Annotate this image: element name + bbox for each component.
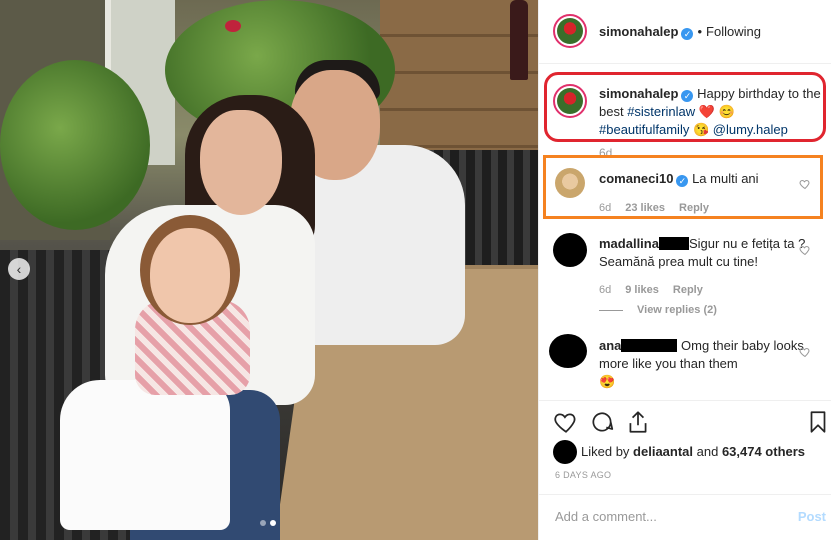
avatar-image — [557, 88, 583, 114]
avatar-image — [557, 18, 583, 44]
heart-icon[interactable] — [553, 409, 579, 435]
comment-meta: 6d 9 likes Reply — [599, 284, 703, 296]
hashtag-link[interactable]: #beautifulfamily — [599, 122, 689, 137]
smile-emoji: 😊 — [718, 104, 735, 119]
commenter-avatar[interactable] — [549, 334, 587, 368]
view-replies-label: View replies (2) — [637, 304, 717, 316]
share-icon[interactable] — [625, 409, 651, 435]
commenter-avatar[interactable] — [555, 168, 585, 198]
chevron-left-icon[interactable]: ‹ — [8, 258, 30, 280]
post-header: simonahalep ✓ • Following — [539, 0, 831, 64]
post-photo[interactable]: ‹ — [0, 0, 538, 540]
carousel-dot — [260, 520, 266, 526]
comment-likes[interactable]: 9 likes — [625, 284, 659, 296]
bookmark-icon[interactable] — [805, 409, 831, 435]
author-username[interactable]: simonahalep — [599, 24, 678, 39]
likes-summary: Liked by deliaantal and 63,474 others — [581, 444, 805, 459]
likes-middle: and — [693, 444, 722, 459]
caption-username[interactable]: simonahalep — [599, 86, 678, 101]
likes-prefix: Liked by — [581, 444, 634, 459]
comment-username[interactable]: ana — [599, 338, 621, 353]
heart-eyes-emoji: 😍 — [599, 374, 616, 389]
replies-line — [599, 309, 623, 311]
hashtag-link[interactable]: #sisterinlaw — [627, 104, 695, 119]
comment-time[interactable]: 6d — [599, 284, 611, 296]
carousel-indicator — [260, 520, 276, 526]
author-avatar[interactable] — [553, 14, 587, 48]
reply-button[interactable]: Reply — [679, 202, 709, 214]
comment-text: La multi ani — [692, 171, 759, 186]
reply-button[interactable]: Reply — [673, 284, 703, 296]
comment-1: comaneci10 ✓ La multi ani — [599, 170, 799, 188]
comment-username[interactable]: madallina — [599, 236, 659, 251]
comment-3: ana Omg their baby looks more like you t… — [599, 337, 814, 391]
carousel-dot-active — [270, 520, 276, 526]
post-date[interactable]: 6 DAYS AGO — [555, 470, 611, 480]
comment-likes[interactable]: 23 likes — [625, 202, 665, 214]
heart-emoji: ❤️ — [698, 104, 715, 119]
verified-icon: ✓ — [681, 90, 694, 102]
separator-dot: • — [697, 24, 703, 39]
header-info: simonahalep ✓ • Following — [599, 24, 761, 40]
redaction-block — [621, 339, 678, 352]
redaction-block — [658, 237, 689, 250]
verified-icon: ✓ — [676, 175, 689, 187]
heart-icon[interactable] — [799, 178, 811, 190]
mention-link[interactable]: @lumy.halep — [713, 122, 788, 137]
photo-flower — [225, 20, 241, 32]
photo-bottle — [510, 0, 528, 80]
comment-2: madallina Sigur nu e fetița ta ? Seamănă … — [599, 235, 814, 271]
likes-count[interactable]: 63,474 others — [722, 444, 805, 459]
heart-icon[interactable] — [799, 244, 811, 256]
comment-meta: 6d 23 likes Reply — [599, 202, 709, 214]
post-button[interactable]: Post — [798, 509, 826, 524]
view-replies-button[interactable]: View replies (2) — [599, 304, 717, 316]
comment-username[interactable]: comaneci10 — [599, 171, 673, 186]
comment-icon[interactable] — [589, 409, 615, 435]
caption-avatar[interactable] — [553, 84, 587, 118]
photo-person — [200, 110, 282, 215]
commenter-avatar[interactable] — [553, 233, 587, 267]
add-comment-bar: Add a comment... Post — [539, 494, 831, 540]
liker-avatar[interactable] — [553, 440, 577, 464]
kiss-emoji: 😘 — [692, 122, 710, 137]
heart-icon[interactable] — [799, 346, 811, 358]
post-caption: simonahalep ✓ Happy birthday to the best … — [599, 85, 824, 139]
following-button[interactable]: Following — [706, 24, 761, 39]
verified-icon: ✓ — [681, 28, 694, 40]
photo-person — [60, 380, 230, 530]
comment-time[interactable]: 6d — [599, 202, 611, 214]
action-bar — [539, 400, 831, 440]
post-panel: simonahalep ✓ • Following simonahalep ✓ Happ… — [538, 0, 831, 540]
photo-person — [150, 228, 230, 323]
liker-username[interactable]: deliaantal — [633, 444, 693, 459]
photo-plant — [0, 60, 150, 230]
comment-input[interactable]: Add a comment... — [555, 509, 657, 524]
